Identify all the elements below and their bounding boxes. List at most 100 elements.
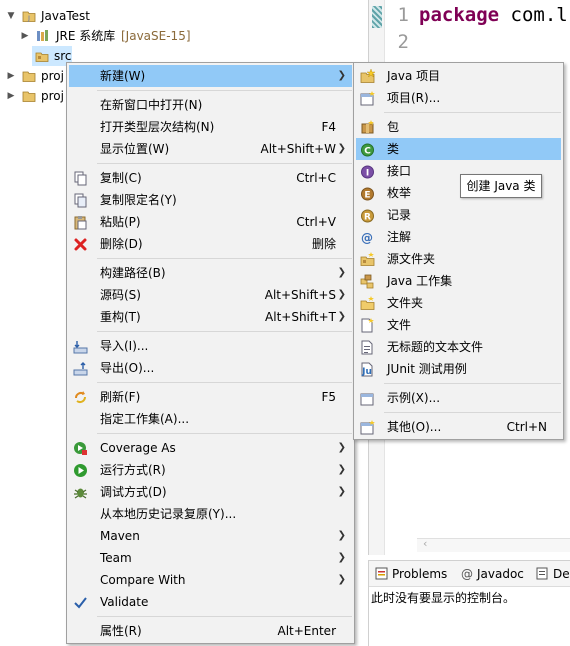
chevron-right-icon[interactable]: ▶ — [6, 86, 16, 106]
package-icon — [361, 120, 374, 134]
submenu-item-package[interactable]: 包 — [356, 116, 561, 138]
menu-item-label: Compare With — [100, 573, 186, 587]
console-view: Problems @ Javadoc De 此时没有要显示的控制台。 — [368, 560, 570, 646]
menu-item-copy[interactable]: 复制(C) Ctrl+C — [69, 167, 352, 189]
submenu-item-other[interactable]: 其他(O)... Ctrl+N — [356, 416, 561, 438]
submenu-item-file[interactable]: 文件 — [356, 314, 561, 336]
menu-item-label: JUnit 测试用例 — [387, 362, 467, 376]
tree-item-project-2[interactable]: ▶ proj — [0, 66, 66, 86]
change-marker — [372, 6, 382, 28]
horizontal-scrollbar[interactable]: ‹ — [417, 537, 570, 552]
submenu-arrow-icon: ❯ — [337, 442, 346, 453]
svg-text:E: E — [364, 191, 370, 201]
menu-item-run-as[interactable]: 运行方式(R) ❯ — [69, 459, 352, 481]
menu-item-team[interactable]: Team ❯ — [69, 547, 352, 569]
menu-separator — [97, 616, 352, 617]
menu-item-properties[interactable]: 属性(R) Alt+Enter — [69, 620, 352, 642]
folder-icon — [360, 296, 375, 310]
chevron-down-icon[interactable]: ▼ — [6, 6, 16, 26]
menu-item-maven[interactable]: Maven ❯ — [69, 525, 352, 547]
menu-separator — [97, 433, 352, 434]
tab-declaration[interactable]: De — [536, 565, 570, 583]
submenu-arrow-icon: ❯ — [337, 552, 346, 563]
menu-item-validate[interactable]: Validate — [69, 591, 352, 613]
menu-item-coverage-as[interactable]: Coverage As ❯ — [69, 437, 352, 459]
menu-item-compare-with[interactable]: Compare With ❯ — [69, 569, 352, 591]
menu-item-refactor[interactable]: 重构(T) Alt+Shift+T ❯ — [69, 306, 352, 328]
menu-item-shortcut: Alt+Enter — [277, 624, 336, 638]
tree-item-project[interactable]: ▼ J JavaTest — [0, 6, 360, 26]
menu-item-assign-working-sets[interactable]: 指定工作集(A)... — [69, 408, 352, 430]
submenu-item-source-folder[interactable]: 源文件夹 — [356, 248, 561, 270]
menu-item-debug-as[interactable]: 调试方式(D) ❯ — [69, 481, 352, 503]
submenu-item-annotation[interactable]: @ 注解 — [356, 226, 561, 248]
menu-item-label: 无标题的文本文件 — [387, 340, 484, 354]
checkmark-icon — [74, 597, 87, 609]
tab-javadoc[interactable]: @ Javadoc — [461, 565, 524, 583]
menu-item-build-path[interactable]: 构建路径(B) ❯ — [69, 262, 352, 284]
working-set-icon — [360, 274, 374, 289]
menu-item-label: 源文件夹 — [387, 252, 436, 266]
menu-item-label: 构建路径(B) — [100, 266, 166, 280]
submenu-item-untitled-text-file[interactable]: 无标题的文本文件 — [356, 336, 561, 358]
svg-text:Ju: Ju — [361, 367, 372, 377]
export-icon — [73, 362, 88, 376]
menu-separator — [97, 331, 352, 332]
annotation-icon: @ — [361, 231, 373, 245]
menu-item-restore-from-local-history[interactable]: 从本地历史记录复原(Y)... — [69, 503, 352, 525]
menu-item-label: Validate — [100, 595, 149, 609]
menu-item-show-in[interactable]: 显示位置(W) Alt+Shift+W ❯ — [69, 138, 352, 160]
tree-item-project-3[interactable]: ▶ proj — [0, 86, 66, 106]
examples-icon — [360, 393, 374, 406]
submenu-item-record[interactable]: R 记录 — [356, 204, 561, 226]
menu-item-open-in-new-window[interactable]: 在新窗口中打开(N) — [69, 94, 352, 116]
menu-separator — [97, 163, 352, 164]
menu-item-refresh[interactable]: 刷新(F) F5 — [69, 386, 352, 408]
submenu-arrow-icon: ❯ — [337, 143, 346, 154]
menu-item-open-type-hierarchy[interactable]: 打开类型层次结构(N) F4 — [69, 116, 352, 138]
menu-item-import[interactable]: 导入(I)... — [69, 335, 352, 357]
menu-item-delete[interactable]: 删除(D) 删除 — [69, 233, 352, 255]
menu-item-copy-qualified-name[interactable]: 复制限定名(Y) — [69, 189, 352, 211]
chevron-right-icon[interactable]: ▶ — [20, 26, 30, 46]
menu-separator — [384, 412, 561, 413]
menu-separator — [97, 258, 352, 259]
menu-item-label: 调试方式(D) — [100, 485, 167, 499]
tree-item-jre[interactable]: ▶ JRE 系统库 [JavaSE-15] — [0, 26, 360, 46]
menu-item-paste[interactable]: 粘贴(P) Ctrl+V — [69, 211, 352, 233]
java-project-icon — [360, 69, 375, 83]
scroll-left-icon[interactable]: ‹ — [423, 537, 427, 550]
menu-item-label: 注解 — [387, 230, 412, 244]
menu-item-new[interactable]: 新建(W) ❯ — [69, 65, 352, 87]
text-file-icon — [361, 340, 373, 355]
submenu-arrow-icon: ❯ — [337, 530, 346, 541]
file-icon — [361, 318, 374, 333]
menu-item-export[interactable]: 导出(O)... — [69, 357, 352, 379]
submenu-item-java-working-set[interactable]: Java 工作集 — [356, 270, 561, 292]
submenu-item-class[interactable]: C 类 — [356, 138, 561, 160]
menu-item-shortcut: Alt+Shift+S — [264, 288, 336, 302]
menu-separator — [384, 383, 561, 384]
submenu-arrow-icon: ❯ — [337, 464, 346, 475]
submenu-arrow-icon: ❯ — [337, 289, 346, 300]
svg-text:@: @ — [361, 231, 373, 245]
submenu-item-java-project[interactable]: Java 项目 — [356, 65, 561, 87]
new-project-icon — [360, 91, 375, 106]
submenu-item-project[interactable]: 项目(R)... — [356, 87, 561, 109]
java-project-icon — [22, 91, 36, 102]
debug-icon — [74, 488, 87, 499]
submenu-item-folder[interactable]: 文件夹 — [356, 292, 561, 314]
tab-problems[interactable]: Problems — [375, 565, 447, 583]
code-text: com.l — [499, 4, 568, 26]
submenu-item-junit-test-case[interactable]: Ju JUnit 测试用例 — [356, 358, 561, 380]
tab-label: De — [553, 567, 570, 581]
chevron-right-icon[interactable]: ▶ — [6, 66, 16, 86]
menu-item-source[interactable]: 源码(S) Alt+Shift+S ❯ — [69, 284, 352, 306]
menu-item-label: 从本地历史记录复原(Y)... — [100, 507, 237, 521]
submenu-item-examples[interactable]: 示例(X)... — [356, 387, 561, 409]
tab-label: Javadoc — [477, 567, 524, 581]
line-number: 1 — [397, 4, 409, 26]
menu-item-label: 显示位置(W) — [100, 142, 170, 156]
menu-item-label: 属性(R) — [100, 624, 142, 638]
svg-text:J: J — [27, 15, 30, 22]
